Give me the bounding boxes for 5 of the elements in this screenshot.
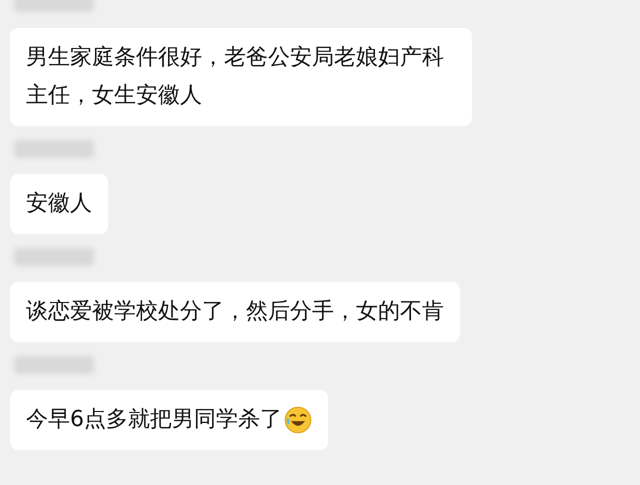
message-text: 男生家庭条件很好，老爸公安局老娘妇产科主任，女生安徽人 (26, 44, 445, 110)
message-text: 安徽人 (26, 190, 92, 218)
message-text: 谈恋爱被学校处分了，然后分手，女的不肯 (26, 298, 444, 326)
message-text: 今早6点多就把男同学杀了 (26, 406, 282, 434)
laughing-face-icon (284, 406, 312, 434)
